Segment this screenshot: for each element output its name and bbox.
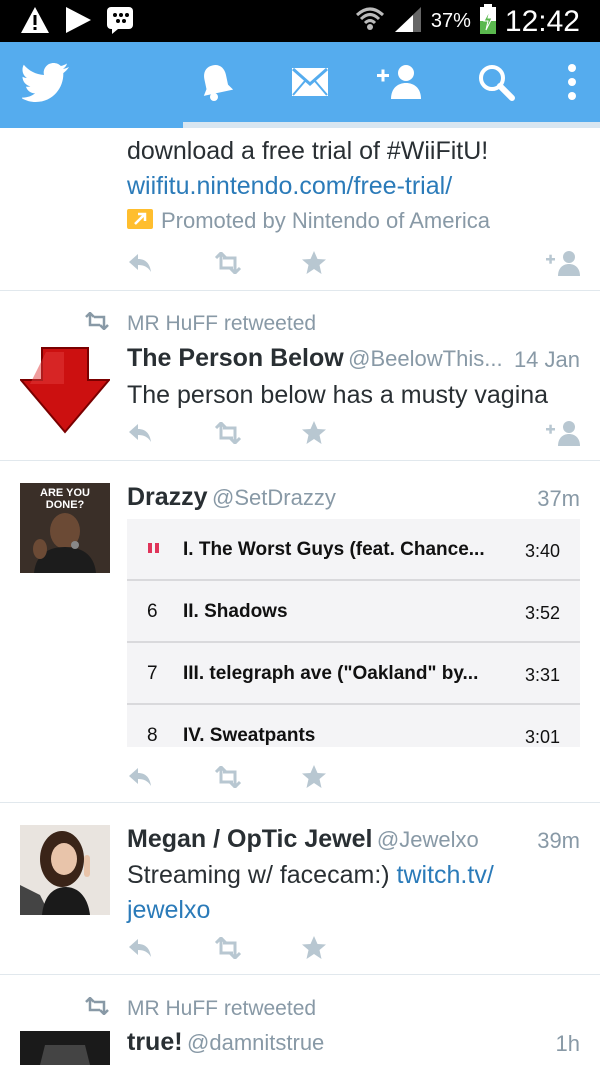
wifi-icon: [355, 5, 385, 38]
retweet-icon[interactable]: [213, 933, 243, 963]
timeline-feed[interactable]: download a free trial of #WiiFitU! wiifi…: [0, 128, 600, 1066]
tweet-actions: [127, 248, 580, 278]
search-icon[interactable]: [470, 56, 522, 108]
promoted-arrow-icon: [127, 208, 153, 234]
track-duration: 3:01: [524, 727, 560, 747]
tweet-time: 14 Jan: [513, 347, 580, 372]
retweet-small-icon: [84, 996, 127, 1021]
tweet-link-continued[interactable]: jewelxo: [127, 896, 210, 924]
avatar[interactable]: [20, 1031, 110, 1065]
retweet-icon[interactable]: [213, 418, 243, 448]
tweet-text-body: Streaming w/ facecam:): [127, 861, 397, 889]
author-name[interactable]: Megan / OpTic Jewel: [127, 825, 372, 853]
favorite-star-icon[interactable]: [301, 762, 327, 792]
tweet-header: The Person Below @BeelowThis...: [127, 344, 503, 373]
retweeted-by-line: MR HuFF retweeted: [84, 996, 317, 1021]
promoted-text: Promoted by Nintendo of America: [161, 208, 490, 233]
retweet-small-icon: [84, 311, 127, 336]
tweet-text: The person below has a musty vagina: [127, 381, 549, 409]
tweet-actions: [127, 933, 580, 963]
play-icon: [64, 6, 92, 39]
author-handle[interactable]: @BeelowThis...: [348, 346, 502, 371]
avatar-photo: [40, 1045, 90, 1065]
track-duration: 3:40: [524, 541, 560, 561]
track-duration: 3:52: [524, 603, 560, 623]
author-name[interactable]: Drazzy: [127, 483, 208, 511]
retweeted-by-text: MR HuFF retweeted: [127, 312, 317, 335]
avatar[interactable]: [20, 344, 110, 434]
status-bar: 37% 12:42: [0, 0, 600, 42]
author-name[interactable]: true!: [127, 1028, 183, 1056]
reply-icon[interactable]: [127, 762, 153, 792]
clock: 12:42: [504, 4, 580, 38]
bbm-icon: [106, 6, 134, 39]
tweet-image-tracklist[interactable]: I. The Worst Guys (feat. Chance... 3:40 …: [127, 519, 580, 747]
favorite-star-icon[interactable]: [301, 418, 327, 448]
track-row: 6 II. Shadows 3:52: [127, 581, 580, 643]
track-duration: 3:31: [524, 665, 560, 685]
track-title: I. The Worst Guys (feat. Chance...: [183, 539, 485, 560]
battery-percentage: 37%: [430, 10, 471, 32]
reply-icon[interactable]: [127, 933, 153, 963]
track-number: 7: [147, 663, 158, 684]
retweeted-by-line: MR HuFF retweeted: [84, 311, 317, 336]
messages-envelope-icon[interactable]: [284, 56, 336, 108]
tweet-header: true! @damnitstrue: [127, 1028, 324, 1057]
retweet-icon[interactable]: [213, 762, 243, 792]
tweet-header: Drazzy @SetDrazzy: [127, 483, 336, 512]
warning-icon: [20, 6, 50, 39]
app-bar: [0, 42, 600, 122]
author-name[interactable]: The Person Below: [127, 344, 344, 372]
tweet-actions: [127, 762, 580, 792]
author-handle[interactable]: @SetDrazzy: [212, 485, 336, 510]
track-title: IV. Sweatpants: [183, 725, 316, 746]
author-handle[interactable]: @damnitstrue: [187, 1030, 324, 1055]
signal-icon: [393, 5, 423, 38]
tweet[interactable]: MR HuFF retweeted true! @damnitstrue 1h: [0, 975, 600, 1066]
track-number: 8: [147, 725, 158, 746]
track-title: III. telegraph ave ("Oakland" by...: [183, 663, 479, 684]
follow-user-icon[interactable]: [545, 248, 581, 278]
tweet-text: Streaming w/ facecam:) twitch.tv/ jewelx…: [127, 858, 567, 928]
reply-icon[interactable]: [127, 418, 153, 448]
promoted-label[interactable]: Promoted by Nintendo of America: [127, 208, 490, 234]
now-playing-icon: [147, 539, 169, 561]
avatar-caption: ARE YOU DONE?: [40, 487, 90, 511]
tweet[interactable]: Megan / OpTic Jewel @Jewelxo 39m Streami…: [0, 803, 600, 975]
red-down-arrow-image: [20, 347, 110, 434]
track-row: 8 IV. Sweatpants 3:01: [127, 705, 580, 747]
retweet-icon[interactable]: [213, 248, 243, 278]
tweet-time: 1h: [555, 1031, 580, 1056]
tweet-time: 39m: [537, 828, 580, 853]
tweet-link[interactable]: twitch.tv/: [397, 861, 494, 889]
tweet-header: Megan / OpTic Jewel @Jewelxo: [127, 825, 479, 854]
retweeted-by-text: MR HuFF retweeted: [127, 997, 317, 1020]
reply-icon[interactable]: [127, 248, 153, 278]
track-title: II. Shadows: [183, 601, 288, 622]
tweet-link[interactable]: wiifitu.nintendo.com/free-trial/: [127, 169, 452, 204]
avatar[interactable]: [20, 825, 110, 915]
track-number: 6: [147, 601, 158, 622]
add-user-icon[interactable]: [372, 56, 424, 108]
favorite-star-icon[interactable]: [301, 933, 327, 963]
tweet[interactable]: MR HuFF retweeted The Person Below @Beel…: [0, 291, 600, 461]
overflow-menu-icon[interactable]: [546, 56, 598, 108]
twitter-bird-icon[interactable]: [20, 56, 72, 108]
avatar[interactable]: ARE YOU DONE?: [20, 483, 110, 573]
tweet-text: download a free trial of #WiiFitU!: [127, 137, 489, 165]
notifications-bell-icon[interactable]: [190, 56, 242, 108]
promoted-tweet[interactable]: download a free trial of #WiiFitU! wiifi…: [0, 128, 600, 291]
tweet[interactable]: ARE YOU DONE? Drazzy @SetDrazzy 37m I. T…: [0, 461, 600, 803]
tweet-actions: [127, 418, 580, 448]
avatar-photo: [20, 825, 110, 915]
author-handle[interactable]: @Jewelxo: [377, 827, 479, 852]
follow-user-icon[interactable]: [545, 418, 581, 448]
favorite-star-icon[interactable]: [301, 248, 327, 278]
battery-charging-icon: [479, 4, 497, 39]
track-row: 7 III. telegraph ave ("Oakland" by... 3:…: [127, 643, 580, 705]
tweet-time: 37m: [537, 486, 580, 511]
track-row: I. The Worst Guys (feat. Chance... 3:40: [127, 519, 580, 581]
